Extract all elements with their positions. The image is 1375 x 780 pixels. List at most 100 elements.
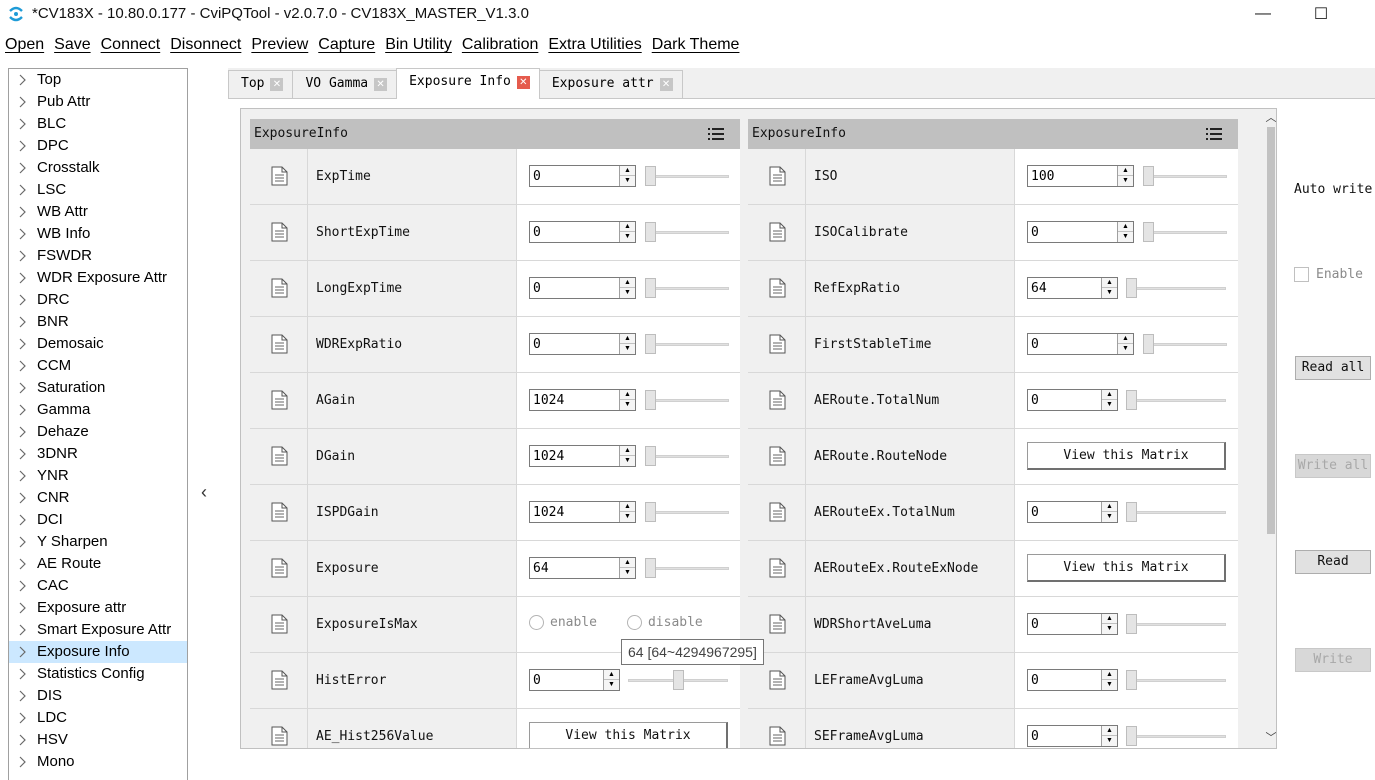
tree-item-blc[interactable]: BLC	[9, 113, 187, 135]
chevron-right-icon[interactable]	[17, 289, 29, 311]
menu-bin-utility[interactable]: Bin Utility	[380, 33, 457, 57]
spin-down-icon[interactable]: ▼	[620, 344, 635, 354]
menu-extra-utilities[interactable]: Extra Utilities	[543, 33, 646, 57]
menu-dark-theme[interactable]: Dark Theme	[647, 33, 745, 57]
spin-buttons[interactable]: ▲ ▼	[619, 390, 635, 410]
slider-handle[interactable]	[1126, 502, 1137, 522]
radio-disable[interactable]: disable	[626, 615, 703, 630]
value-spinbox[interactable]: ▲▼	[529, 389, 636, 411]
scroll-up-icon[interactable]: ︿	[1265, 110, 1277, 126]
spin-buttons[interactable]: ▲ ▼	[1101, 502, 1117, 522]
spin-down-icon[interactable]: ▼	[1102, 288, 1117, 298]
maximize-button[interactable]: ☐	[1298, 0, 1344, 28]
chevron-right-icon[interactable]	[17, 553, 29, 575]
tab-exposure-info[interactable]: Exposure Info ✕	[396, 68, 540, 99]
slider-handle[interactable]	[645, 222, 656, 242]
menu-save[interactable]: Save	[49, 33, 95, 57]
spin-down-icon[interactable]: ▼	[1102, 736, 1117, 746]
value-spinbox[interactable]: ▲▼	[529, 333, 636, 355]
spin-buttons[interactable]: ▲ ▼	[1101, 726, 1117, 746]
chevron-right-icon[interactable]	[17, 377, 29, 399]
chevron-right-icon[interactable]	[17, 333, 29, 355]
close-icon[interactable]: ✕	[270, 78, 284, 91]
scrollbar-thumb[interactable]	[1267, 127, 1275, 534]
value-spinbox[interactable]: ▲▼	[529, 445, 636, 467]
scroll-down-icon[interactable]: ﹀	[1265, 730, 1277, 746]
spin-buttons[interactable]: ▲ ▼	[619, 502, 635, 522]
tree-item-y-sharpen[interactable]: Y Sharpen	[9, 531, 187, 553]
tree-item-ccm[interactable]: CCM	[9, 355, 187, 377]
slider-handle[interactable]	[1126, 390, 1137, 410]
value-spinbox[interactable]: ▲▼	[1027, 221, 1134, 243]
radio-enable[interactable]: enable	[529, 615, 597, 630]
spin-up-icon[interactable]: ▲	[1102, 390, 1117, 400]
spin-down-icon[interactable]: ▼	[1102, 512, 1117, 522]
value-input[interactable]	[530, 390, 620, 410]
spin-buttons[interactable]: ▲ ▼	[619, 278, 635, 298]
value-spinbox[interactable]: ▲▼	[1027, 725, 1118, 747]
chevron-right-icon[interactable]	[17, 509, 29, 531]
menu-connect[interactable]: Connect	[96, 33, 166, 57]
spin-down-icon[interactable]: ▼	[620, 456, 635, 466]
spin-up-icon[interactable]: ▲	[1102, 670, 1117, 680]
spin-down-icon[interactable]: ▼	[620, 288, 635, 298]
spin-buttons[interactable]: ▲ ▼	[619, 166, 635, 186]
value-input[interactable]	[530, 278, 620, 298]
value-input[interactable]	[1028, 166, 1118, 186]
tree-item-gamma[interactable]: Gamma	[9, 399, 187, 421]
value-slider[interactable]	[645, 557, 729, 579]
tree-item-dis[interactable]: DIS	[9, 685, 187, 707]
chevron-right-icon[interactable]	[17, 311, 29, 333]
spin-down-icon[interactable]: ▼	[604, 680, 619, 690]
value-input[interactable]	[530, 222, 620, 242]
value-spinbox[interactable]: ▲▼	[1027, 277, 1118, 299]
panel-menu-icon[interactable]	[1206, 128, 1222, 140]
value-slider[interactable]	[645, 165, 729, 187]
write-all-button[interactable]: Write all	[1295, 454, 1371, 478]
slider-handle[interactable]	[1143, 222, 1154, 242]
tree-item-smart-exposure-attr[interactable]: Smart Exposure Attr	[9, 619, 187, 641]
value-input[interactable]	[530, 558, 620, 578]
value-spinbox[interactable]: ▲▼	[529, 669, 620, 691]
tree-item-demosaic[interactable]: Demosaic	[9, 333, 187, 355]
spin-buttons[interactable]: ▲ ▼	[1101, 390, 1117, 410]
spin-up-icon[interactable]: ▲	[620, 502, 635, 512]
spin-up-icon[interactable]: ▲	[620, 222, 635, 232]
value-slider[interactable]	[1126, 613, 1226, 635]
value-slider[interactable]	[645, 221, 729, 243]
value-spinbox[interactable]: ▲▼	[529, 501, 636, 523]
spin-buttons[interactable]: ▲ ▼	[619, 558, 635, 578]
value-spinbox[interactable]: ▲▼	[529, 557, 636, 579]
value-slider[interactable]	[1143, 165, 1227, 187]
view-matrix-button[interactable]: View this Matrix	[1027, 442, 1226, 470]
chevron-right-icon[interactable]	[17, 575, 29, 597]
tree-item-lsc[interactable]: LSC	[9, 179, 187, 201]
slider-handle[interactable]	[645, 166, 656, 186]
spin-up-icon[interactable]: ▲	[1118, 222, 1133, 232]
spin-up-icon[interactable]: ▲	[1118, 334, 1133, 344]
menu-disonnect[interactable]: Disonnect	[165, 33, 246, 57]
value-slider[interactable]	[628, 669, 728, 691]
spin-up-icon[interactable]: ▲	[604, 670, 619, 680]
slider-handle[interactable]	[645, 502, 656, 522]
value-slider[interactable]	[1143, 221, 1227, 243]
chevron-right-icon[interactable]	[17, 619, 29, 641]
tab-vo-gamma[interactable]: VO Gamma ✕	[292, 70, 398, 98]
close-icon[interactable]: ✕	[516, 76, 530, 89]
chevron-right-icon[interactable]	[17, 179, 29, 201]
value-input[interactable]	[1028, 222, 1118, 242]
tree-item-statistics-config[interactable]: Statistics Config	[9, 663, 187, 685]
tree-item-dpc[interactable]: DPC	[9, 135, 187, 157]
chevron-right-icon[interactable]	[17, 729, 29, 751]
chevron-right-icon[interactable]	[17, 135, 29, 157]
value-input[interactable]	[1028, 334, 1118, 354]
tree-item-crosstalk[interactable]: Crosstalk	[9, 157, 187, 179]
spin-up-icon[interactable]: ▲	[620, 390, 635, 400]
spin-down-icon[interactable]: ▼	[1102, 624, 1117, 634]
spin-up-icon[interactable]: ▲	[620, 334, 635, 344]
tree-item-dci[interactable]: DCI	[9, 509, 187, 531]
spin-down-icon[interactable]: ▼	[1118, 176, 1133, 186]
value-slider[interactable]	[1126, 277, 1226, 299]
tree-item-exposure-attr[interactable]: Exposure attr	[9, 597, 187, 619]
slider-handle[interactable]	[1126, 726, 1137, 746]
